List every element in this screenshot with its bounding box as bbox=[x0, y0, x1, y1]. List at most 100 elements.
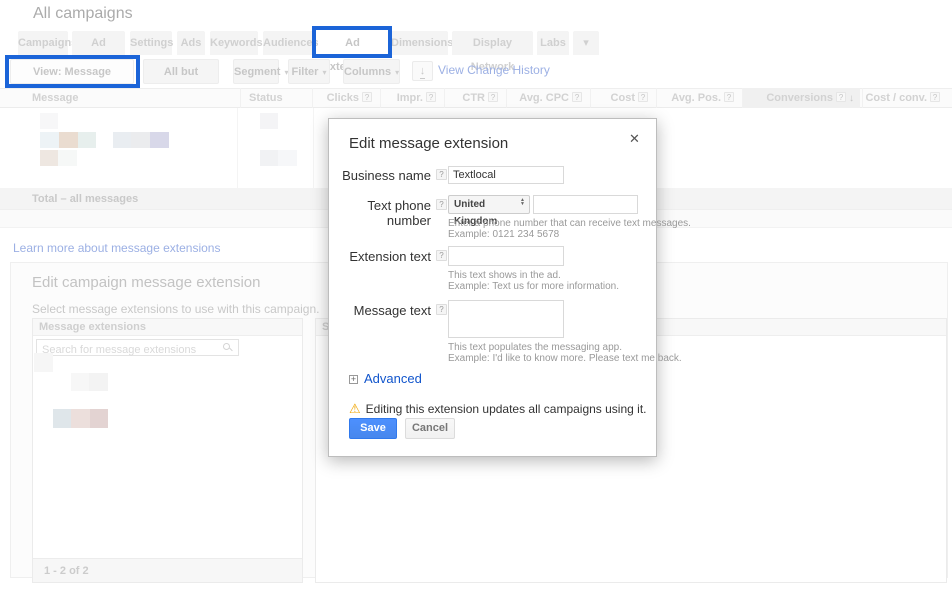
search-box bbox=[36, 339, 239, 356]
redacted-cell bbox=[78, 132, 96, 148]
extension-text-label: Extension text bbox=[329, 249, 431, 264]
download-button[interactable]: ↓ bbox=[412, 61, 433, 81]
column-divider bbox=[313, 108, 314, 188]
redacted-cell bbox=[131, 132, 150, 148]
help-icon[interactable]: ? bbox=[836, 92, 846, 102]
tab-settings[interactable]: Settings bbox=[130, 31, 172, 55]
adwords-screen: All campaigns Campaigns Ad Groups Settin… bbox=[0, 0, 952, 592]
column-header-ctr[interactable]: CTR? bbox=[444, 88, 504, 108]
warning-message: ⚠Editing this extension updates all camp… bbox=[349, 401, 647, 417]
highlight-box-ad-extensions bbox=[312, 26, 392, 58]
column-header-cost[interactable]: Cost? bbox=[590, 88, 654, 108]
column-header-status[interactable]: Status bbox=[240, 88, 310, 108]
message-help-2: Example: I'd like to know more. Please t… bbox=[448, 353, 682, 364]
view-change-history-link[interactable]: View Change History bbox=[438, 63, 550, 77]
redacted-cell bbox=[34, 353, 53, 372]
learn-more-link[interactable]: Learn more about message extensions bbox=[13, 241, 220, 255]
redacted-cell bbox=[58, 150, 77, 166]
columns-button[interactable]: Columns▾ bbox=[343, 59, 400, 84]
filter-button[interactable]: Filter▾ bbox=[288, 59, 330, 84]
redacted-cell bbox=[40, 150, 58, 166]
redacted-cell bbox=[53, 409, 71, 428]
column-header-avg-pos[interactable]: Avg. Pos.? bbox=[656, 88, 740, 108]
help-icon[interactable]: ? bbox=[638, 92, 648, 102]
search-icon bbox=[223, 343, 233, 353]
message-help-1: This text populates the messaging app. bbox=[448, 342, 622, 353]
column-header-impr[interactable]: Impr.? bbox=[380, 88, 442, 108]
message-extensions-list-header: Message extensions bbox=[33, 319, 302, 336]
page-title: All campaigns bbox=[33, 5, 133, 23]
caret-down-icon: ▾ bbox=[322, 68, 326, 77]
redacted-cell bbox=[260, 113, 278, 129]
tab-dimensions[interactable]: Dimensions bbox=[391, 31, 448, 55]
phone-label: Text phone number bbox=[329, 198, 431, 228]
column-divider bbox=[237, 108, 238, 188]
column-header-message[interactable]: Message bbox=[24, 88, 224, 108]
redacted-cell bbox=[40, 113, 58, 129]
cancel-button[interactable]: Cancel bbox=[405, 418, 455, 439]
phone-help-2: Example: 0121 234 5678 bbox=[448, 229, 559, 240]
redacted-cell bbox=[113, 132, 132, 148]
save-button[interactable]: Save bbox=[349, 418, 397, 439]
help-icon[interactable]: ? bbox=[572, 92, 582, 102]
sort-desc-icon: ↓ bbox=[849, 93, 854, 104]
column-header-conversions[interactable]: Conversions?↓ bbox=[742, 88, 860, 108]
phone-help-1: Enter a phone number that can receive te… bbox=[448, 218, 691, 229]
tab-more-caret-icon[interactable]: ▾ bbox=[573, 31, 599, 55]
tab-display-network[interactable]: Display Network bbox=[452, 31, 533, 55]
close-icon[interactable]: ✕ bbox=[629, 131, 640, 147]
help-icon[interactable]: ? bbox=[930, 92, 940, 102]
extension-help-2: Example: Text us for more information. bbox=[448, 281, 619, 292]
message-text-label: Message text bbox=[329, 303, 431, 318]
segment-button[interactable]: Segment▾ bbox=[233, 59, 279, 84]
column-header-avg-cpc[interactable]: Avg. CPC? bbox=[506, 88, 588, 108]
country-select[interactable]: United Kingdom ▲▼ bbox=[448, 195, 530, 214]
caret-down-icon: ▾ bbox=[395, 68, 399, 77]
business-name-label: Business name bbox=[329, 168, 431, 183]
help-icon[interactable]: ? bbox=[436, 169, 447, 180]
select-stepper-icon: ▲▼ bbox=[520, 198, 525, 206]
expand-icon: + bbox=[349, 375, 358, 384]
status-filter-button[interactable]: All but removed▾ bbox=[143, 59, 219, 84]
tab-keywords[interactable]: Keywords bbox=[210, 31, 258, 55]
business-name-field[interactable] bbox=[448, 166, 564, 184]
help-icon[interactable]: ? bbox=[362, 92, 372, 102]
tab-labs[interactable]: Labs bbox=[537, 31, 569, 55]
campaign-panel-title: Edit campaign message extension bbox=[32, 274, 260, 291]
help-icon[interactable]: ? bbox=[724, 92, 734, 102]
extension-text-field[interactable] bbox=[448, 246, 564, 266]
message-text-field[interactable] bbox=[448, 300, 564, 338]
pagination: 1 - 2 of 2 bbox=[33, 558, 302, 582]
tab-audiences[interactable]: Audiences bbox=[263, 31, 313, 55]
campaign-panel-subtitle: Select message extensions to use with th… bbox=[32, 302, 319, 316]
phone-number-field[interactable] bbox=[533, 195, 638, 214]
redacted-cell bbox=[150, 132, 169, 148]
tab-ads[interactable]: Ads bbox=[177, 31, 205, 55]
redacted-cell bbox=[71, 373, 89, 391]
search-input[interactable] bbox=[37, 343, 238, 358]
redacted-cell bbox=[89, 373, 108, 391]
advanced-toggle[interactable]: +Advanced bbox=[349, 371, 422, 386]
column-header-clicks[interactable]: Clicks? bbox=[312, 88, 378, 108]
redacted-cell bbox=[59, 132, 78, 148]
edit-message-extension-modal: Edit message extension ✕ Business name ?… bbox=[328, 118, 657, 457]
tab-campaigns[interactable]: Campaigns bbox=[18, 31, 68, 55]
help-icon[interactable]: ? bbox=[436, 199, 447, 210]
help-icon[interactable]: ? bbox=[426, 92, 436, 102]
redacted-cell bbox=[90, 409, 108, 428]
extension-help-1: This text shows in the ad. bbox=[448, 270, 561, 281]
tab-ad-groups[interactable]: Ad Groups bbox=[72, 31, 125, 55]
column-header-cost-conv[interactable]: Cost / conv.? bbox=[862, 88, 946, 108]
message-extensions-list-panel: Message extensions 1 - 2 of 2 bbox=[32, 318, 303, 583]
redacted-cell bbox=[260, 150, 278, 166]
modal-title: Edit message extension bbox=[349, 135, 508, 152]
download-icon: ↓ bbox=[420, 65, 426, 79]
highlight-box-view-selector bbox=[5, 55, 140, 88]
help-icon[interactable]: ? bbox=[488, 92, 498, 102]
help-icon[interactable]: ? bbox=[436, 250, 447, 261]
warning-icon: ⚠ bbox=[349, 401, 361, 416]
redacted-cell bbox=[71, 409, 90, 428]
redacted-cell bbox=[40, 132, 59, 148]
help-icon[interactable]: ? bbox=[436, 304, 447, 315]
redacted-cell bbox=[278, 150, 297, 166]
